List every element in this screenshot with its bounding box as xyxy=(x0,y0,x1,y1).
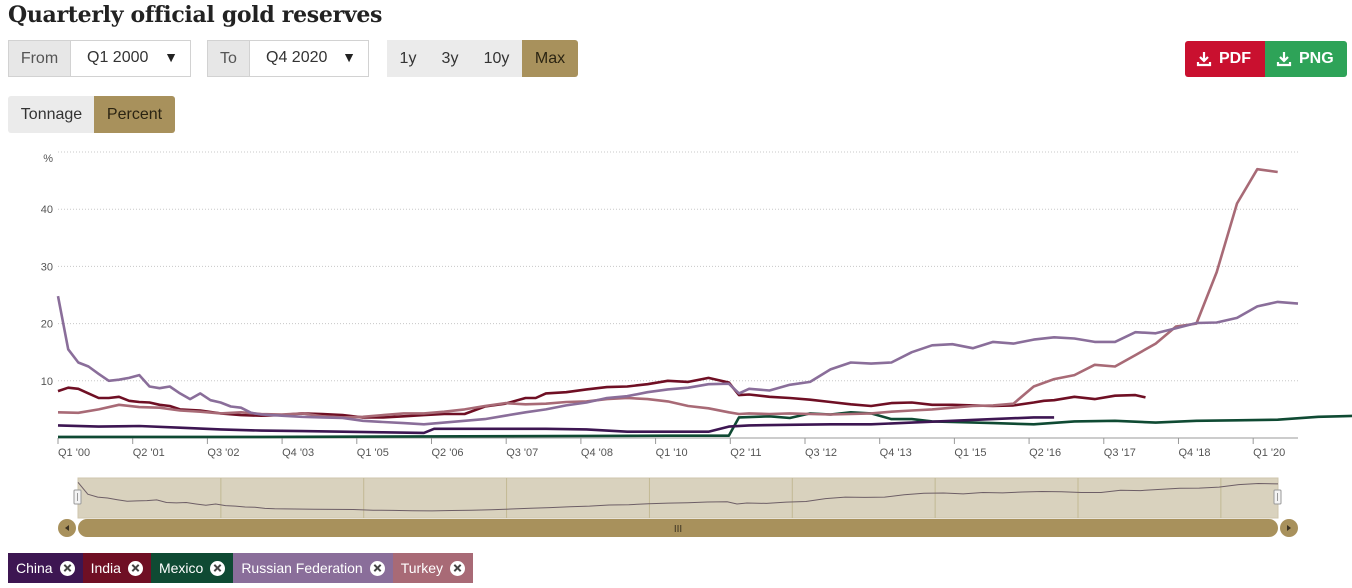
legend-chip-russian-federation[interactable]: Russian Federation xyxy=(233,553,393,583)
y-tick-label: 10 xyxy=(41,376,53,388)
to-select[interactable]: Q4 2020 ▼ xyxy=(249,40,369,77)
range-max-button[interactable]: Max xyxy=(522,40,578,77)
legend-chip-mexico[interactable]: Mexico xyxy=(150,553,234,583)
remove-icon[interactable] xyxy=(369,560,385,576)
chevron-down-icon: ▼ xyxy=(342,49,356,65)
x-tick-label: Q4 '13 xyxy=(880,447,912,459)
x-tick-label: Q2 '01 xyxy=(133,447,165,459)
series-line-russian-federation xyxy=(56,295,1299,426)
from-label: From xyxy=(8,40,71,77)
x-tick-label: Q1 '20 xyxy=(1253,447,1285,459)
x-tick-label: Q2 '11 xyxy=(730,447,761,459)
x-tick-label: Q3 '12 xyxy=(805,447,837,459)
x-tick-label: Q4 '08 xyxy=(581,447,613,459)
range-3y-button[interactable]: 3y xyxy=(429,40,471,77)
gold-reserves-chart: 10 20 30 40% Q1 '00 Q2 '01 Q3 '02 Q4 '03 Q1 '05 Q… xyxy=(41,151,1352,537)
from-select[interactable]: Q1 2000 ▼ xyxy=(70,40,191,77)
to-select-value: Q4 2020 xyxy=(266,49,328,66)
legend-chip-label: Mexico xyxy=(158,560,204,576)
png-download-button[interactable]: PNG xyxy=(1265,41,1347,77)
png-label: PNG xyxy=(1299,50,1334,67)
chevron-down-icon: ▼ xyxy=(164,49,178,65)
y-tick-label: 40 xyxy=(41,204,53,216)
legend-chip-china[interactable]: China xyxy=(8,553,83,583)
x-tick-label: Q4 '03 xyxy=(282,447,314,459)
navigator-window xyxy=(77,477,1279,519)
pdf-download-button[interactable]: PDF xyxy=(1185,41,1265,77)
x-tick-label: Q1 '10 xyxy=(656,447,688,459)
remove-icon[interactable] xyxy=(210,560,226,576)
y-unit-label: % xyxy=(43,153,53,165)
remove-icon[interactable] xyxy=(127,560,143,576)
remove-icon[interactable] xyxy=(59,560,75,576)
legend-chip-label: Russian Federation xyxy=(241,560,363,576)
remove-icon[interactable] xyxy=(450,560,465,576)
legend-chip-label: China xyxy=(16,560,53,576)
x-tick-label: Q1 '00 xyxy=(58,447,90,459)
legend-chip-label: India xyxy=(90,560,121,576)
range-1y-button[interactable]: 1y xyxy=(387,40,429,77)
page-title: Quarterly official gold reserves xyxy=(8,2,383,28)
from-select-value: Q1 2000 xyxy=(87,49,149,66)
pdf-label: PDF xyxy=(1219,50,1251,67)
percent-toggle[interactable]: Percent xyxy=(94,96,175,133)
x-tick-label: Q2 '06 xyxy=(431,447,463,459)
download-icon xyxy=(1276,52,1292,67)
x-tick-label: Q3 '17 xyxy=(1104,447,1136,459)
range-10y-button[interactable]: 10y xyxy=(471,40,522,77)
tonnage-toggle[interactable]: Tonnage xyxy=(8,96,95,133)
x-tick-label: Q2 '16 xyxy=(1029,447,1061,459)
x-tick-label: Q1 '05 xyxy=(357,447,389,459)
series-line-india xyxy=(57,376,1146,419)
series-legend: China India Mexico Russian Federation Tu… xyxy=(8,553,473,583)
legend-chip-turkey[interactable]: Turkey xyxy=(392,553,473,583)
to-label: To xyxy=(207,40,250,77)
x-tick-label: Q3 '02 xyxy=(207,447,239,459)
x-tick-label: Q4 '18 xyxy=(1178,447,1210,459)
x-tick-label: Q3 '07 xyxy=(506,447,538,459)
scrollbar-grip: III xyxy=(674,524,682,535)
legend-chip-label: Turkey xyxy=(400,560,443,576)
legend-chip-india[interactable]: India xyxy=(82,553,151,583)
download-icon xyxy=(1196,52,1212,67)
y-tick-label: 20 xyxy=(41,319,53,331)
x-tick-label: Q1 '15 xyxy=(954,447,986,459)
y-tick-label: 30 xyxy=(41,261,53,273)
